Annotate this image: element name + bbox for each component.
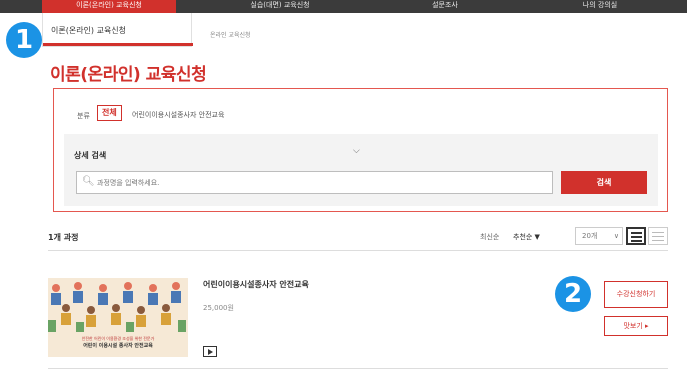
- nav-submenu: 이론(온라인) 교육신청: [42, 13, 193, 47]
- category-child-safety-button[interactable]: 어린이이용시설종사자 안전교육: [132, 110, 224, 120]
- page-title: 이론(온라인) 교육신청: [50, 65, 207, 85]
- nav-item-practice-offline[interactable]: 실습(대면) 교육신청: [210, 0, 350, 13]
- divider: [48, 250, 668, 251]
- breadcrumb: 온라인 교육신청: [210, 32, 251, 39]
- per-page-select[interactable]: 20개 ∨: [575, 227, 623, 245]
- video-icon: [203, 346, 217, 357]
- nav-item-survey[interactable]: 설문조사: [405, 0, 485, 13]
- per-page-value: 20개: [582, 232, 598, 240]
- detail-search-title: 상세 검색: [74, 151, 107, 160]
- course-price: 25,000원: [203, 304, 234, 312]
- detail-search-box: 상세 검색 ⌵ 🔍︎ 검색: [64, 134, 658, 206]
- search-button[interactable]: 검색: [561, 171, 647, 194]
- top-nav: 이론(온라인) 교육신청 실습(대면) 교육신청 설문조사 나의 강의실: [0, 0, 687, 13]
- divider: [48, 368, 668, 369]
- compact-view-icon[interactable]: [648, 227, 668, 245]
- result-count: 1개 과정: [48, 233, 79, 242]
- nav-item-theory-online[interactable]: 이론(온라인) 교육신청: [42, 0, 176, 13]
- search-input[interactable]: [76, 171, 553, 194]
- thumbnail-title: 어린이 이용시설 종사자 안전교육: [83, 343, 153, 349]
- preview-button[interactable]: 맛보기 ▸: [604, 316, 668, 336]
- category-all-button[interactable]: 전체: [97, 105, 122, 121]
- enroll-button[interactable]: 수강신청하기: [604, 281, 668, 308]
- sort-latest-option[interactable]: 최신순: [480, 232, 499, 242]
- sort-recommended-option[interactable]: 추천순 ▼: [513, 232, 540, 242]
- submenu-item-theory-online[interactable]: 이론(온라인) 교육신청: [51, 25, 126, 36]
- nav-item-my-classroom[interactable]: 나의 강의실: [545, 0, 655, 13]
- course-title[interactable]: 어린이이용시설종사자 안전교육: [203, 279, 309, 290]
- category-label: 분류: [77, 112, 90, 120]
- list-view-icon[interactable]: [626, 227, 646, 245]
- course-thumbnail[interactable]: 안전한 어린이 이용환경 조성을 위한 전문가 어린이 이용시설 종사자 안전교…: [48, 278, 188, 357]
- chevron-down-icon: ∨: [613, 232, 619, 240]
- step-badge-1: 1: [6, 22, 42, 58]
- chevron-down-icon[interactable]: ⌵: [353, 146, 360, 156]
- step-badge-2: 2: [555, 276, 591, 312]
- submenu-active-underline: [43, 43, 193, 46]
- filter-panel: 분류 전체 어린이이용시설종사자 안전교육 상세 검색 ⌵ 🔍︎ 검색: [53, 88, 668, 212]
- crowd-illustration: [48, 282, 186, 332]
- search-icon: 🔍︎: [82, 176, 95, 187]
